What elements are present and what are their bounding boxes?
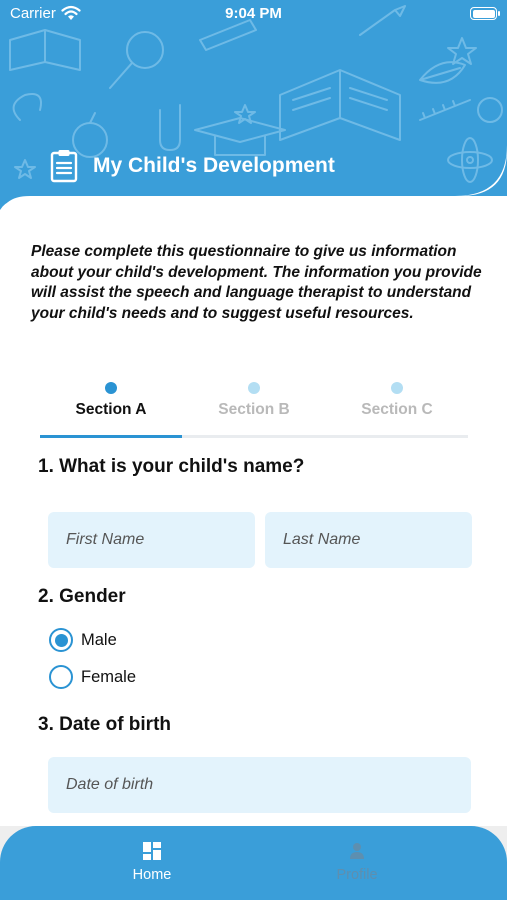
question-gender: 2. Gender bbox=[38, 586, 126, 607]
tab-section-a[interactable]: Section A bbox=[40, 378, 182, 438]
nav-label: Profile bbox=[336, 867, 378, 883]
tab-dot bbox=[248, 382, 260, 394]
date-of-birth-field[interactable]: Date of birth bbox=[48, 757, 471, 813]
nav-profile[interactable]: Profile bbox=[307, 842, 407, 883]
question-date-of-birth: 3. Date of birth bbox=[38, 714, 172, 735]
radio-label: Female bbox=[81, 667, 137, 686]
gender-option-female[interactable]: Female bbox=[49, 663, 136, 691]
tab-label: Section A bbox=[75, 401, 147, 418]
person-icon bbox=[350, 843, 364, 859]
first-name-field[interactable]: First Name bbox=[48, 512, 255, 568]
tab-label: Section C bbox=[361, 401, 433, 418]
gender-option-male[interactable]: Male bbox=[49, 626, 117, 654]
header: Carrier 9:04 PM My Child's Development bbox=[0, 0, 507, 222]
section-tabs: Section A Section B Section C bbox=[40, 378, 468, 438]
question-child-name: 1. What is your child's name? bbox=[38, 456, 305, 477]
tab-section-b[interactable]: Section B bbox=[183, 378, 325, 438]
grid-icon bbox=[143, 842, 161, 860]
radio-button[interactable] bbox=[49, 665, 73, 689]
battery-icon bbox=[470, 7, 500, 20]
tab-dot bbox=[391, 382, 403, 394]
tab-dot bbox=[105, 382, 117, 394]
radio-button-selected[interactable] bbox=[49, 628, 73, 652]
tab-section-c[interactable]: Section C bbox=[326, 378, 468, 438]
page-title: My Child's Development bbox=[93, 154, 335, 177]
clipboard-icon bbox=[50, 150, 78, 183]
tab-label: Section B bbox=[218, 401, 290, 418]
nav-label: Home bbox=[132, 867, 172, 883]
header-title-row: My Child's Development bbox=[50, 148, 335, 184]
nav-home[interactable]: Home bbox=[102, 842, 202, 883]
status-bar: Carrier 9:04 PM bbox=[0, 0, 507, 30]
bottom-nav: Home Profile bbox=[0, 826, 507, 900]
status-time: 9:04 PM bbox=[225, 5, 282, 22]
header-curve bbox=[0, 145, 507, 222]
intro-text: Please complete this questionnaire to gi… bbox=[31, 243, 482, 322]
active-tab-indicator bbox=[40, 435, 182, 438]
radio-label: Male bbox=[81, 630, 117, 649]
last-name-field[interactable]: Last Name bbox=[265, 512, 472, 568]
